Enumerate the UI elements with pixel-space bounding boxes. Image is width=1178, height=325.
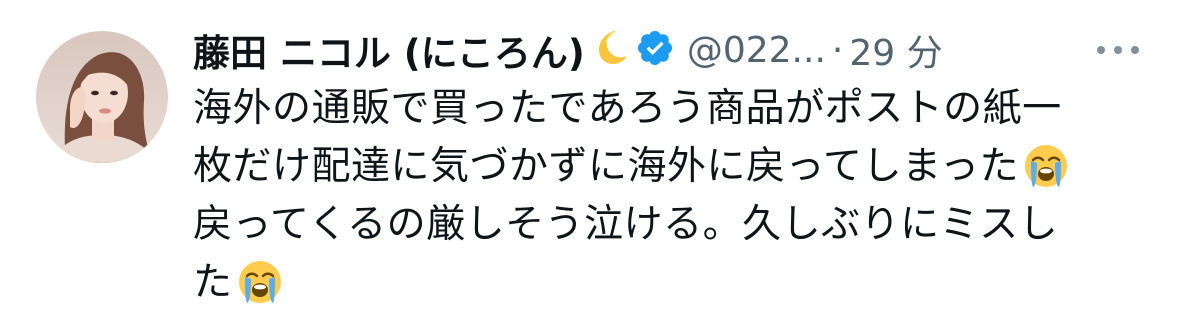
crescent-moon-icon — [589, 26, 629, 70]
tweet-header: 藤田 ニコル (にころん) @022... · 29 分 — [193, 23, 943, 77]
tweet-text: 海外の通販で買ったであろう商品がポストの紙一 枚だけ配達に気づかずに海外に戻って… — [193, 80, 1153, 312]
tweet-text-line: た — [193, 254, 1153, 312]
tweet[interactable]: 藤田 ニコル (にころん) @022... · 29 分 海外の通販で買ったであ… — [0, 0, 1178, 325]
avatar[interactable] — [36, 31, 168, 163]
tweet-text-line: 枚だけ配達に気づかずに海外に戻ってしまった — [193, 138, 1153, 196]
tweet-text-line: 戻ってくるの厳しそう泣ける。久しぶりにミスし — [193, 202, 1059, 247]
timestamp[interactable]: 29 分 — [849, 24, 942, 76]
user-handle[interactable]: @022... — [687, 30, 826, 71]
display-name[interactable]: 藤田 ニコル (にころん) — [193, 23, 585, 77]
more-options-icon[interactable] — [1090, 32, 1146, 68]
avatar-image — [36, 31, 168, 163]
loudly-crying-face-icon — [237, 259, 283, 322]
verified-badge-icon[interactable] — [635, 28, 675, 72]
separator-dot: · — [831, 29, 844, 71]
tweet-text-line: 海外の通販で買ったであろう商品がポストの紙一 — [193, 86, 1062, 131]
